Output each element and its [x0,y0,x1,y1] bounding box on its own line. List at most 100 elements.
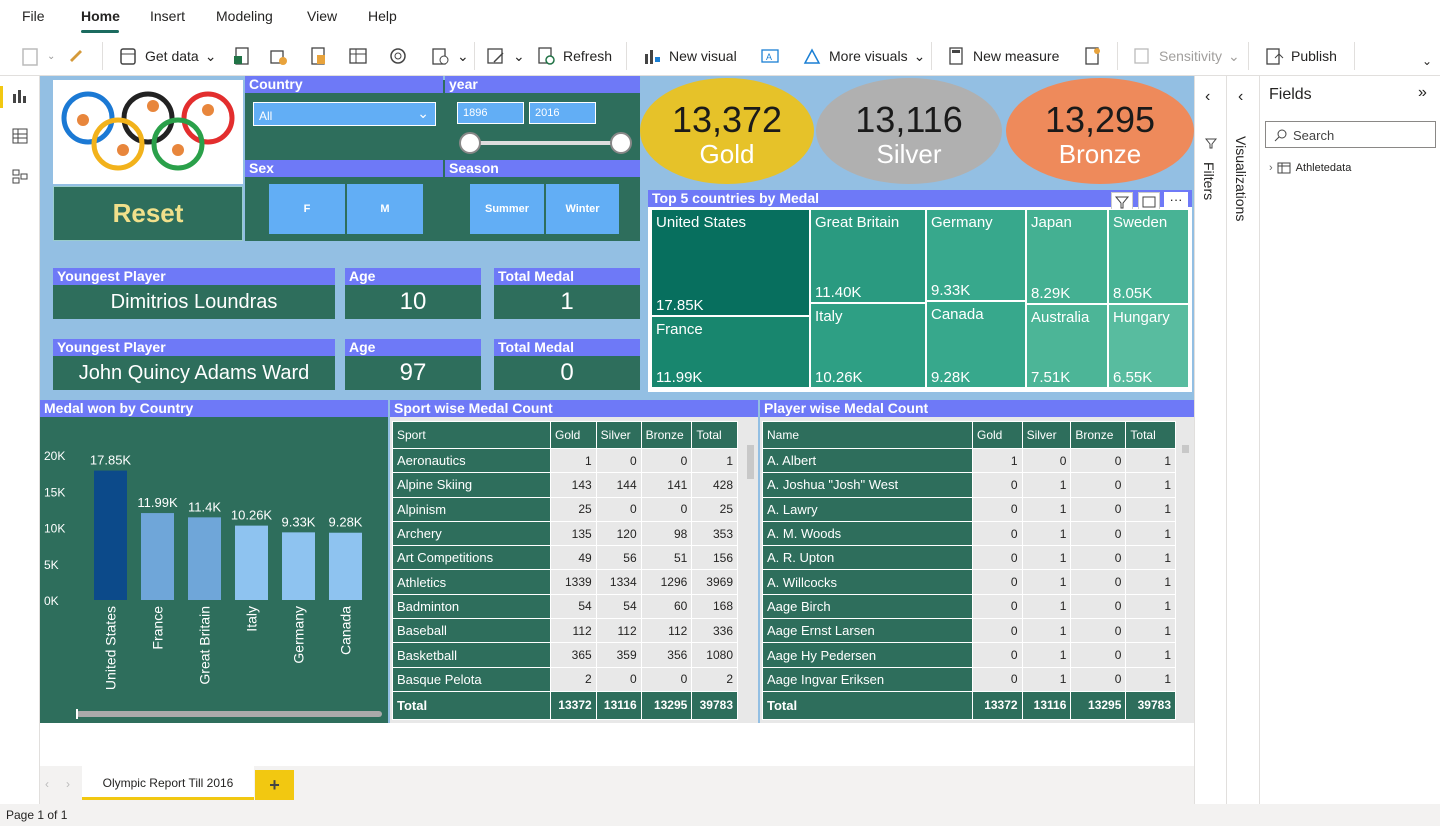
column-header[interactable]: Silver [595,421,642,449]
new-measure-button[interactable]: New measure [946,42,1059,70]
column-header[interactable]: Gold [550,421,597,449]
treemap-cell-united-states[interactable]: United States 17.85K [651,209,810,316]
fields-search-input[interactable]: Search [1265,121,1436,148]
table-row[interactable]: Aage Hy Pedersen 0 1 0 1 [762,642,1176,668]
table-row[interactable]: Basque Pelota 2 0 0 2 [392,666,738,692]
publish-button[interactable]: Publish [1264,42,1337,70]
table-row[interactable]: A. R. Upton 0 1 0 1 [762,545,1176,571]
bar[interactable] [141,513,174,600]
table-row[interactable]: Alpine Skiing 143 144 141 428 [392,472,738,498]
table-row[interactable]: Badminton 54 54 60 168 [392,593,738,620]
menu-home[interactable]: Home [81,8,120,24]
dataflow-button[interactable] [308,42,335,70]
transform-data-button[interactable]: ⌄ [486,42,525,70]
treemap-visual[interactable]: Top 5 countries by Medal ··· United Stat… [648,190,1192,392]
double-chevron-right-icon[interactable]: » [1418,84,1427,102]
menu-file[interactable]: File [22,8,45,24]
treemap-cell-hungary[interactable]: Hungary 6.55K [1108,304,1189,388]
tab-scroll-left-icon[interactable]: ‹ [45,777,49,791]
filters-pane[interactable]: ‹ Filters [1194,76,1226,804]
treemap-cell-france[interactable]: France 11.99K [651,316,810,388]
scrollbar[interactable] [1180,421,1192,721]
year-range-handle-max[interactable] [610,132,632,154]
medal-by-country-chart[interactable]: Medal won by Country 0K 5K 10K 15K 20K 17.85K… [40,400,388,723]
new-visual-button[interactable]: New visual [642,42,737,70]
bar[interactable] [282,532,315,600]
bar[interactable] [188,517,221,600]
data-view-icon[interactable] [12,128,28,147]
quick-measure-button[interactable] [1082,42,1109,70]
column-header[interactable]: Name [762,421,973,449]
column-header[interactable]: Bronze [640,421,693,449]
sex-option-m[interactable]: M [346,183,424,235]
bar[interactable] [329,532,362,600]
excel-button[interactable] [232,42,259,70]
sex-option-f[interactable]: F [268,183,346,235]
model-view-icon[interactable] [12,168,28,187]
column-header[interactable]: Silver [1021,421,1072,449]
table-row[interactable]: A. Lawry 0 1 0 1 [762,496,1176,522]
player-medal-table[interactable]: Player wise Medal Count Name Gold Silver Br… [760,400,1194,723]
treemap-cell-canada[interactable]: Canada 9.28K [926,301,1026,388]
dataset-button[interactable] [268,42,295,70]
scrollbar[interactable] [746,421,756,721]
table-row[interactable]: Baseball 112 112 112 336 [392,618,738,644]
table-row[interactable]: A. Willcocks 0 1 0 1 [762,569,1176,595]
bar[interactable] [94,470,127,600]
season-option-winter[interactable]: Winter [545,183,620,235]
year-from-input[interactable]: 1896 [457,102,524,124]
treemap-cell-australia[interactable]: Australia 7.51K [1026,304,1108,388]
visualizations-pane[interactable]: ‹ Visualizations [1226,76,1259,804]
treemap-cell-great-britain[interactable]: Great Britain 11.40K [810,209,926,303]
menu-insert[interactable]: Insert [150,8,185,24]
collapse-ribbon-icon[interactable]: ⌄ [1422,54,1432,68]
refresh-button[interactable]: Refresh [536,42,612,70]
format-painter-button[interactable] [66,42,93,70]
table-row[interactable]: Aage Ernst Larsen 0 1 0 1 [762,618,1176,644]
tab-olympic-report[interactable]: Olympic Report Till 2016 [82,766,254,800]
column-header[interactable]: Total [691,421,738,449]
table-row[interactable]: A. Joshua "Josh" West 0 1 0 1 [762,472,1176,498]
dataverse-button[interactable] [388,42,415,70]
year-range-handle-min[interactable] [459,132,481,154]
table-row[interactable]: Art Competitions 49 56 51 156 [392,545,738,571]
menu-modeling[interactable]: Modeling [216,8,273,24]
chevron-left-icon[interactable]: ‹ [1205,88,1210,106]
treemap-cell-italy[interactable]: Italy 10.26K [810,303,926,388]
table-row[interactable]: A. M. Woods 0 1 0 1 [762,520,1176,547]
recent-sources-button[interactable]: ⌄ [430,42,469,70]
reset-button[interactable]: Reset [53,186,243,241]
report-view-icon[interactable] [12,88,28,107]
column-header[interactable]: Bronze [1070,421,1127,449]
year-to-input[interactable]: 2016 [529,102,596,124]
table-row[interactable]: Alpinism 25 0 0 25 [392,496,738,522]
country-dropdown[interactable]: All ⌄ [253,102,436,126]
table-row[interactable]: Basketball 365 359 356 1080 [392,642,738,668]
table-row[interactable]: Aage Birch 0 1 0 1 [762,593,1176,620]
column-header[interactable]: Sport [392,421,551,449]
table-row[interactable]: Aage Ingvar Eriksen 0 1 0 1 [762,666,1176,692]
table-row[interactable]: Archery 135 120 98 353 [392,520,738,547]
more-visuals-button[interactable]: More visuals ⌄ [802,42,925,70]
season-option-summer[interactable]: Summer [469,183,545,235]
field-table-athletedata[interactable]: › Athletedata [1269,162,1351,174]
tab-scroll-right-icon[interactable]: › [66,777,70,791]
column-header[interactable]: Gold [972,421,1023,449]
table-row[interactable]: Athletics 1339 1334 1296 3969 [392,569,738,595]
get-data-button[interactable]: Get data ⌄ [118,42,216,70]
treemap-cell-germany[interactable]: Germany 9.33K [926,209,1026,301]
sport-medal-table[interactable]: Sport wise Medal Count Sport Gold Silver Br… [390,400,758,723]
table-row[interactable]: Aeronautics 1 0 0 1 [392,447,738,474]
text-box-button[interactable]: A [760,42,787,70]
paste-button[interactable]: ⌄ [20,42,55,70]
chevron-left-icon[interactable]: ‹ [1238,88,1243,106]
table-row[interactable]: A. Albert 1 0 0 1 [762,447,1176,474]
enter-data-button[interactable] [348,42,375,70]
menu-view[interactable]: View [307,8,337,24]
sensitivity-button[interactable]: Sensitivity ⌄ [1132,42,1240,70]
add-page-button[interactable]: + [255,770,294,800]
menu-help[interactable]: Help [368,8,397,24]
column-header[interactable]: Total [1125,421,1176,449]
treemap-cell-sweden[interactable]: Sweden 8.05K [1108,209,1189,304]
bar[interactable] [235,525,268,600]
